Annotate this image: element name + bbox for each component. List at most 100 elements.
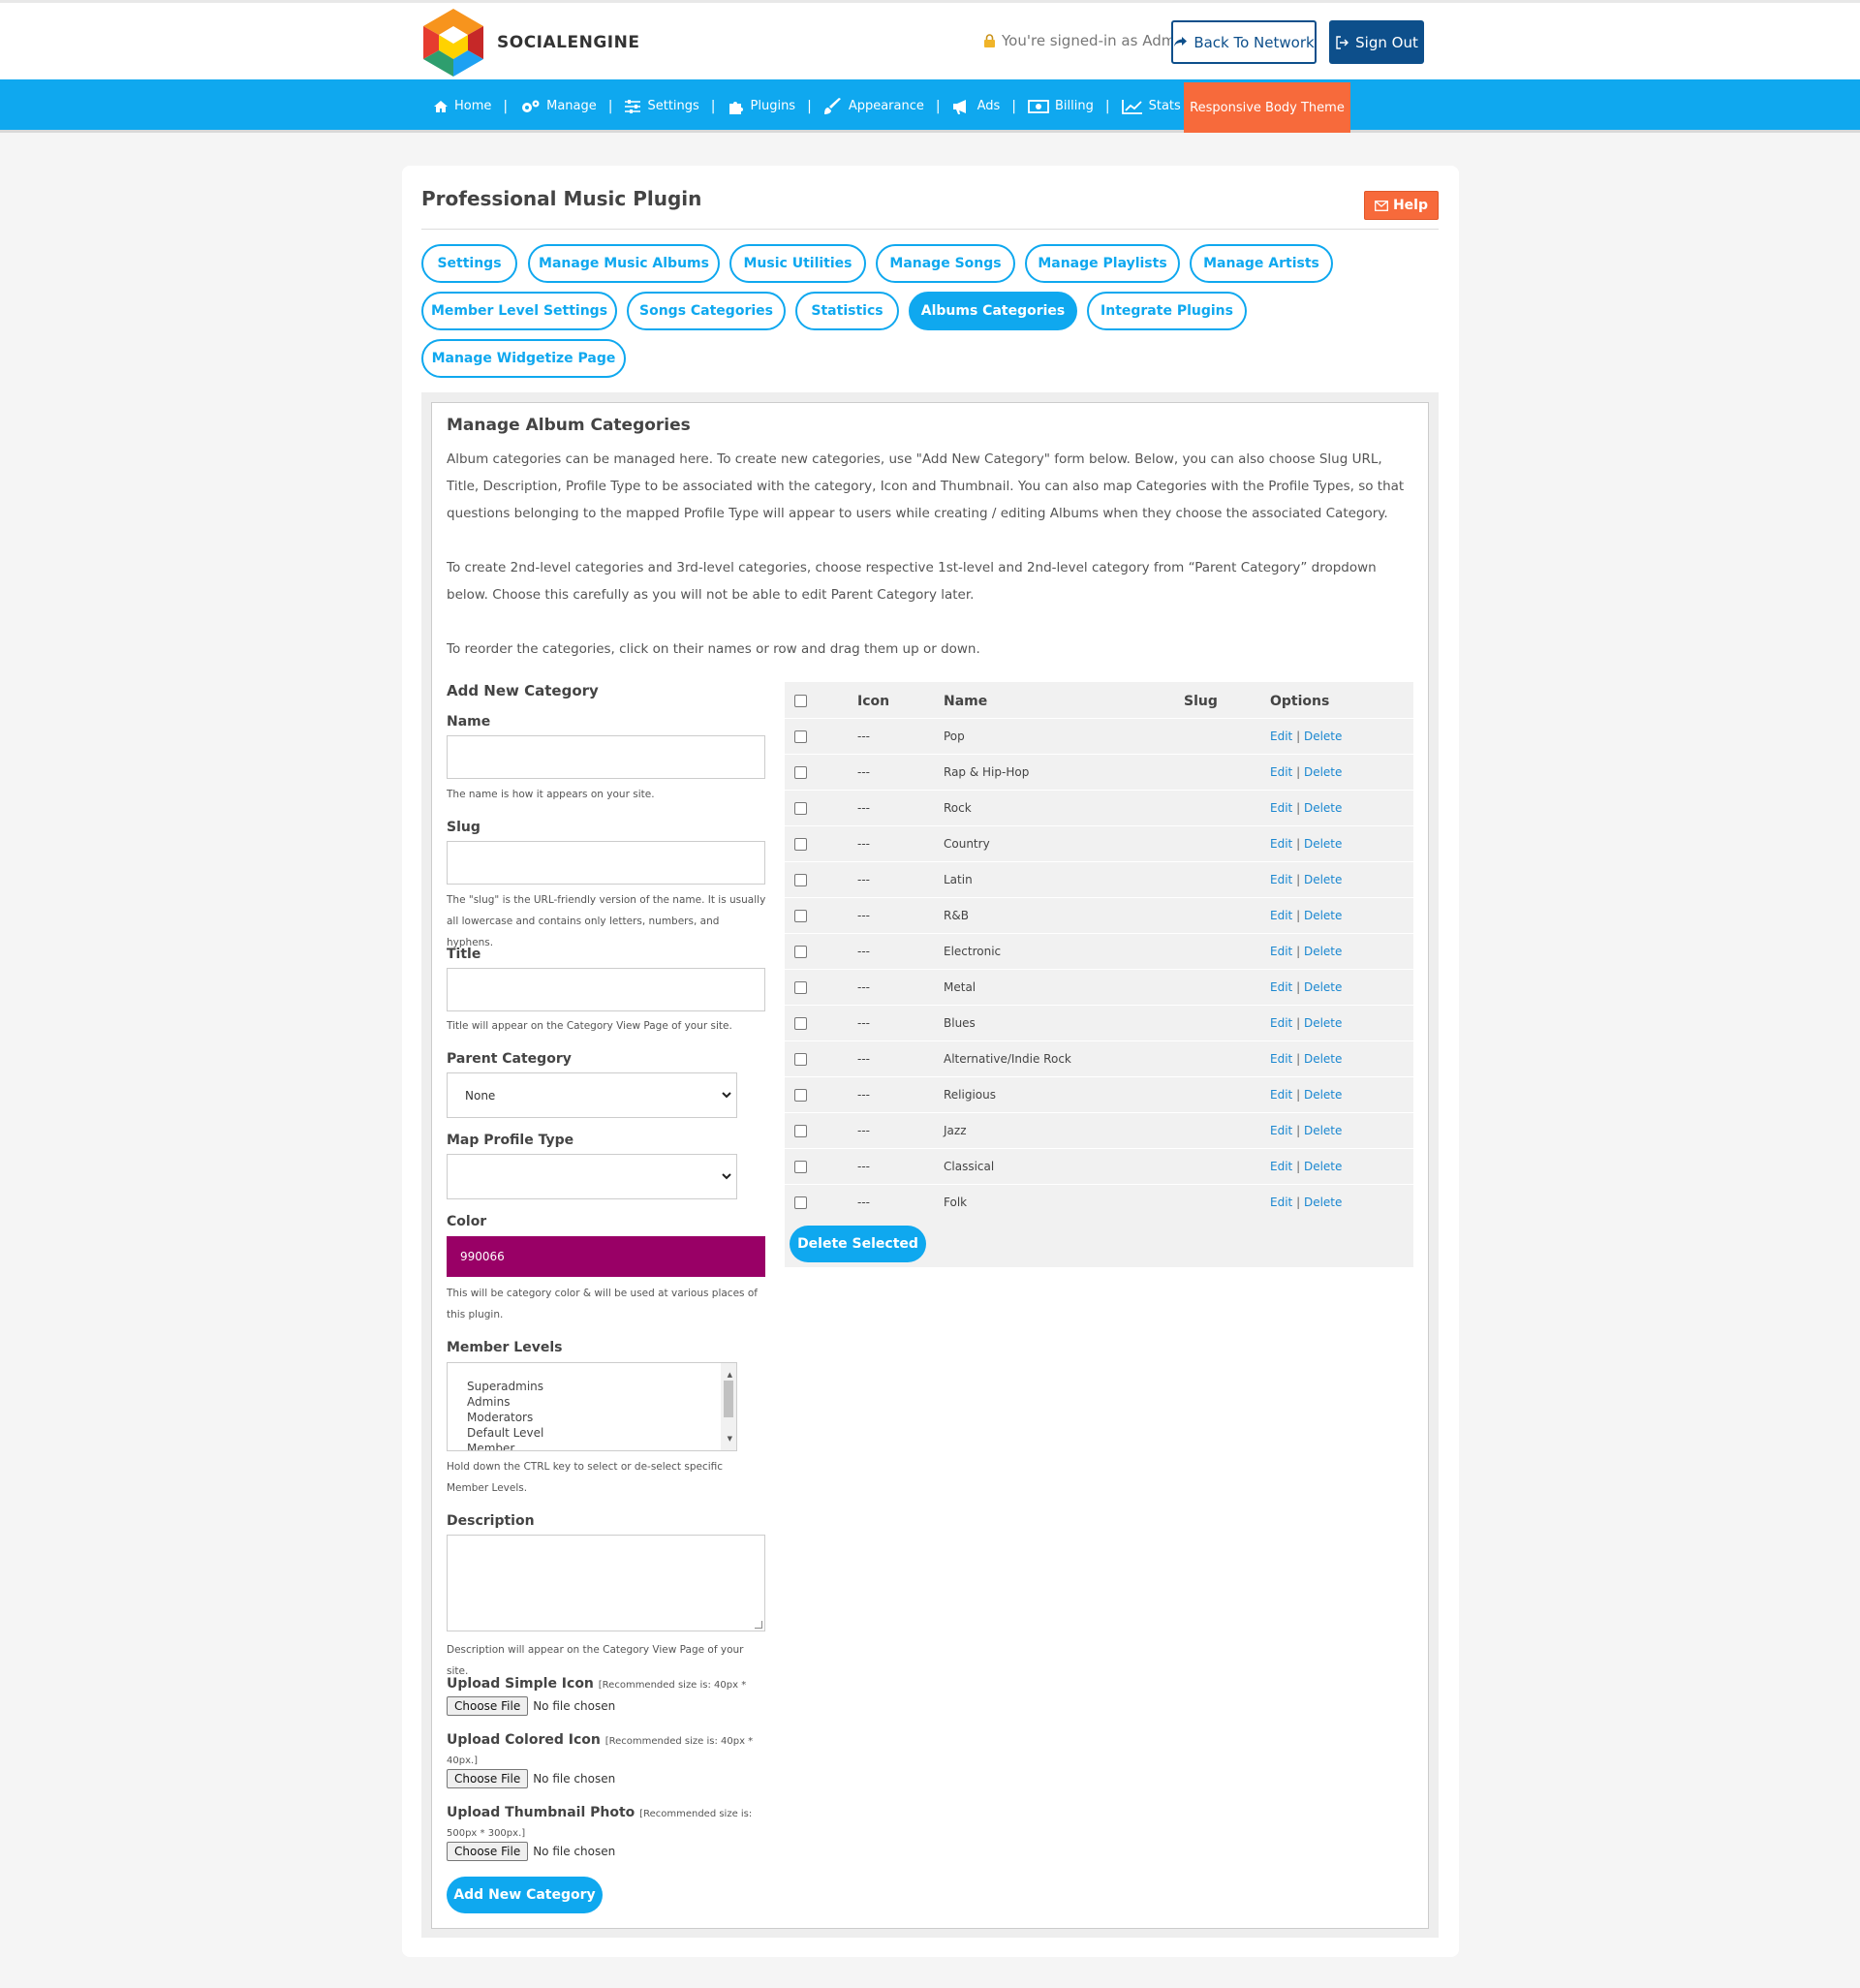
member-level-option[interactable]: Member <box>467 1441 736 1450</box>
edit-link[interactable]: Edit <box>1270 837 1292 851</box>
edit-link[interactable]: Edit <box>1270 730 1292 743</box>
logo[interactable]: SOCIALENGINE <box>421 7 639 78</box>
row-name[interactable]: Metal <box>944 980 976 994</box>
nav-item-stats[interactable]: Stats <box>1121 99 1181 114</box>
nav-item-ads[interactable]: Ads <box>952 99 1000 114</box>
member-level-option[interactable]: Superadmins <box>467 1379 736 1394</box>
row-checkbox[interactable] <box>794 1161 807 1173</box>
tab-manage-artists[interactable]: Manage Artists <box>1190 244 1333 283</box>
member-level-option[interactable]: Admins <box>467 1394 736 1410</box>
delete-link[interactable]: Delete <box>1304 1052 1342 1066</box>
table-row[interactable]: --- Country Edit | Delete <box>785 825 1413 861</box>
table-row[interactable]: --- Rock Edit | Delete <box>785 790 1413 825</box>
table-row[interactable]: --- Electronic Edit | Delete <box>785 933 1413 969</box>
sign-out-button[interactable]: Sign Out <box>1329 20 1424 64</box>
edit-link[interactable]: Edit <box>1270 801 1292 815</box>
tab-manage-widgetize-page[interactable]: Manage Widgetize Page <box>421 339 626 378</box>
header-name[interactable]: Name <box>944 694 987 709</box>
row-name[interactable]: Electronic <box>944 945 1001 958</box>
edit-link[interactable]: Edit <box>1270 909 1292 922</box>
table-row[interactable]: --- Blues Edit | Delete <box>785 1005 1413 1041</box>
row-checkbox[interactable] <box>794 1125 807 1137</box>
delete-link[interactable]: Delete <box>1304 873 1342 886</box>
edit-link[interactable]: Edit <box>1270 1052 1292 1066</box>
row-name[interactable]: Country <box>944 837 990 851</box>
edit-link[interactable]: Edit <box>1270 1160 1292 1173</box>
row-name[interactable]: Pop <box>944 730 965 743</box>
row-checkbox[interactable] <box>794 838 807 851</box>
nav-item-home[interactable]: Home <box>433 99 491 113</box>
row-checkbox[interactable] <box>794 1017 807 1030</box>
row-name[interactable]: R&B <box>944 909 969 922</box>
member-levels-multiselect[interactable]: Superadmins Admins Moderators Default Le… <box>447 1362 737 1451</box>
table-row[interactable]: --- Classical Edit | Delete <box>785 1148 1413 1184</box>
tab-settings[interactable]: Settings <box>421 244 517 283</box>
tab-songs-categories[interactable]: Songs Categories <box>627 292 786 330</box>
row-name[interactable]: Rock <box>944 801 972 815</box>
delete-link[interactable]: Delete <box>1304 837 1342 851</box>
color-input[interactable]: 990066 <box>447 1236 765 1277</box>
choose-file-button[interactable]: Choose File <box>447 1769 529 1788</box>
tab-manage-songs[interactable]: Manage Songs <box>876 244 1015 283</box>
table-row[interactable]: --- Pop Edit | Delete <box>785 718 1413 754</box>
back-to-network-button[interactable]: Back To Network <box>1171 20 1317 64</box>
scroll-up-icon[interactable]: ▲ <box>728 1367 732 1382</box>
delete-selected-button[interactable]: Delete Selected <box>790 1226 926 1262</box>
nav-item-billing[interactable]: Billing <box>1028 99 1094 113</box>
map-profile-type-select[interactable] <box>447 1154 737 1199</box>
add-new-category-button[interactable]: Add New Category <box>447 1877 603 1913</box>
row-checkbox[interactable] <box>794 1089 807 1102</box>
scrollbar-thumb[interactable] <box>724 1381 733 1417</box>
delete-link[interactable]: Delete <box>1304 801 1342 815</box>
table-row[interactable]: --- Latin Edit | Delete <box>785 861 1413 897</box>
resize-grip-icon[interactable] <box>755 1621 762 1629</box>
row-checkbox[interactable] <box>794 766 807 779</box>
tab-member-level-settings[interactable]: Member Level Settings <box>421 292 617 330</box>
parent-category-select[interactable]: None <box>447 1072 737 1118</box>
nav-item-manage[interactable]: Manage <box>519 99 597 114</box>
tab-integrate-plugins[interactable]: Integrate Plugins <box>1087 292 1247 330</box>
row-checkbox[interactable] <box>794 981 807 994</box>
delete-link[interactable]: Delete <box>1304 980 1342 994</box>
edit-link[interactable]: Edit <box>1270 1124 1292 1137</box>
row-name[interactable]: Latin <box>944 873 973 886</box>
delete-link[interactable]: Delete <box>1304 1124 1342 1137</box>
row-name[interactable]: Jazz <box>944 1124 967 1137</box>
row-name[interactable]: Alternative/Indie Rock <box>944 1052 1071 1066</box>
delete-link[interactable]: Delete <box>1304 1160 1342 1173</box>
table-row[interactable]: --- R&B Edit | Delete <box>785 897 1413 933</box>
row-checkbox[interactable] <box>794 910 807 922</box>
edit-link[interactable]: Edit <box>1270 945 1292 958</box>
row-checkbox[interactable] <box>794 946 807 958</box>
table-row[interactable]: --- Alternative/Indie Rock Edit | Delete <box>785 1041 1413 1076</box>
table-row[interactable]: --- Jazz Edit | Delete <box>785 1112 1413 1148</box>
nav-item-appearance[interactable]: Appearance <box>823 97 924 115</box>
edit-link[interactable]: Edit <box>1270 765 1292 779</box>
row-checkbox[interactable] <box>794 1196 807 1209</box>
row-name[interactable]: Rap & Hip-Hop <box>944 765 1029 779</box>
edit-link[interactable]: Edit <box>1270 1088 1292 1102</box>
tab-statistics[interactable]: Statistics <box>795 292 899 330</box>
tab-music-utilities[interactable]: Music Utilities <box>729 244 866 283</box>
name-input[interactable] <box>447 735 765 779</box>
choose-file-button[interactable]: Choose File <box>447 1696 529 1716</box>
delete-link[interactable]: Delete <box>1304 765 1342 779</box>
select-all-checkbox[interactable] <box>794 695 807 707</box>
title-input[interactable] <box>447 968 765 1011</box>
delete-link[interactable]: Delete <box>1304 1196 1342 1209</box>
description-textarea[interactable] <box>447 1535 765 1631</box>
nav-item-settings[interactable]: Settings <box>624 99 699 113</box>
tab-manage-music-albums[interactable]: Manage Music Albums <box>528 244 720 283</box>
row-checkbox[interactable] <box>794 802 807 815</box>
slug-input[interactable] <box>447 841 765 885</box>
edit-link[interactable]: Edit <box>1270 1016 1292 1030</box>
edit-link[interactable]: Edit <box>1270 980 1292 994</box>
table-row[interactable]: --- Rap & Hip-Hop Edit | Delete <box>785 754 1413 790</box>
row-checkbox[interactable] <box>794 730 807 743</box>
table-row[interactable]: --- Religious Edit | Delete <box>785 1076 1413 1112</box>
nav-item-responsive-theme[interactable]: Responsive Body Theme <box>1184 82 1350 133</box>
delete-link[interactable]: Delete <box>1304 1016 1342 1030</box>
help-button[interactable]: Help <box>1364 191 1439 220</box>
row-checkbox[interactable] <box>794 1053 807 1066</box>
row-name[interactable]: Religious <box>944 1088 996 1102</box>
